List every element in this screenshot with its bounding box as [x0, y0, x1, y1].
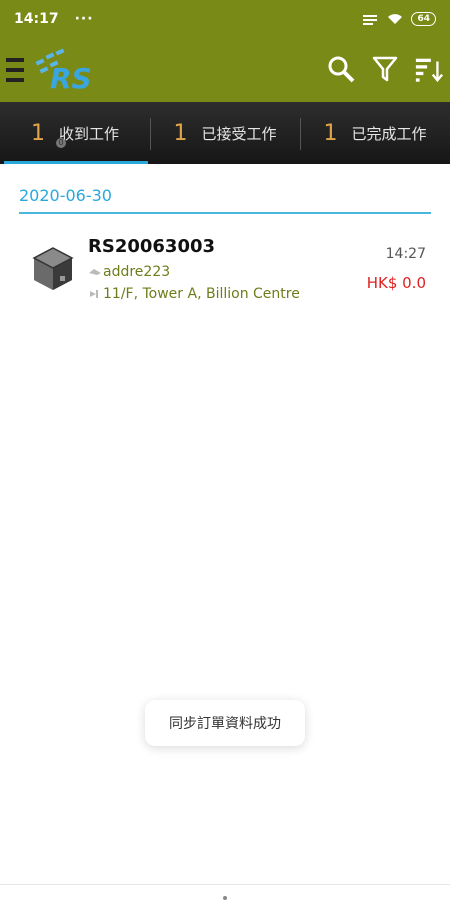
order-address: 11/F, Tower A, Billion Centre — [88, 286, 300, 302]
receiver-icon — [90, 290, 98, 298]
filter-button[interactable] — [370, 54, 400, 84]
tab-label: 已完成工作 — [351, 124, 427, 143]
tab-label: 已接受工作 — [201, 124, 277, 143]
order-address-text: 11/F, Tower A, Billion Centre — [103, 286, 300, 302]
sort-icon — [415, 58, 444, 83]
order-sender: addre223 — [88, 264, 170, 280]
job-tabs: 1 收到工作 0 1 已接受工作 1 已完成工作 — [0, 102, 450, 164]
tab-received-jobs[interactable]: 1 收到工作 0 — [0, 102, 150, 164]
tab-count: 1 — [323, 120, 338, 146]
signal-icon — [363, 15, 378, 25]
home-indicator[interactable] — [223, 896, 227, 900]
filter-icon — [372, 56, 398, 82]
app-bar: RS — [0, 38, 450, 102]
sync-success-toast: 同步訂單資料成功 — [145, 700, 305, 746]
order-id: RS20063003 — [88, 236, 216, 257]
order-price: HK$ 0.0 — [366, 274, 426, 292]
status-time: 14:17 — [14, 11, 59, 27]
date-group-header: 2020-06-30 — [19, 186, 431, 214]
menu-icon[interactable] — [6, 56, 26, 84]
search-button[interactable] — [326, 54, 356, 84]
search-icon — [328, 56, 355, 83]
status-more-dots: ··· — [74, 11, 94, 27]
order-time: 14:27 — [385, 246, 426, 262]
svg-text:RS: RS — [50, 62, 92, 94]
sort-button[interactable] — [414, 54, 444, 84]
tab-badge: 0 — [56, 138, 66, 148]
tab-count: 1 — [173, 120, 188, 146]
battery-indicator: 64 — [411, 12, 436, 26]
wifi-icon — [388, 14, 403, 24]
package-icon — [32, 247, 74, 290]
tab-count: 1 — [30, 120, 45, 146]
order-sender-text: addre223 — [103, 264, 171, 280]
status-bar: 14:17 ··· 64 — [0, 0, 450, 38]
sender-icon — [89, 269, 101, 275]
tab-label: 收到工作 — [58, 124, 119, 143]
tab-completed-jobs[interactable]: 1 已完成工作 — [300, 102, 450, 164]
order-list-item[interactable]: RS20063003 addre223 11/F, Tower A, Billi… — [0, 230, 450, 310]
tab-accepted-jobs[interactable]: 1 已接受工作 — [150, 102, 300, 164]
app-logo: RS — [34, 46, 106, 95]
nav-bar-divider — [0, 884, 450, 885]
